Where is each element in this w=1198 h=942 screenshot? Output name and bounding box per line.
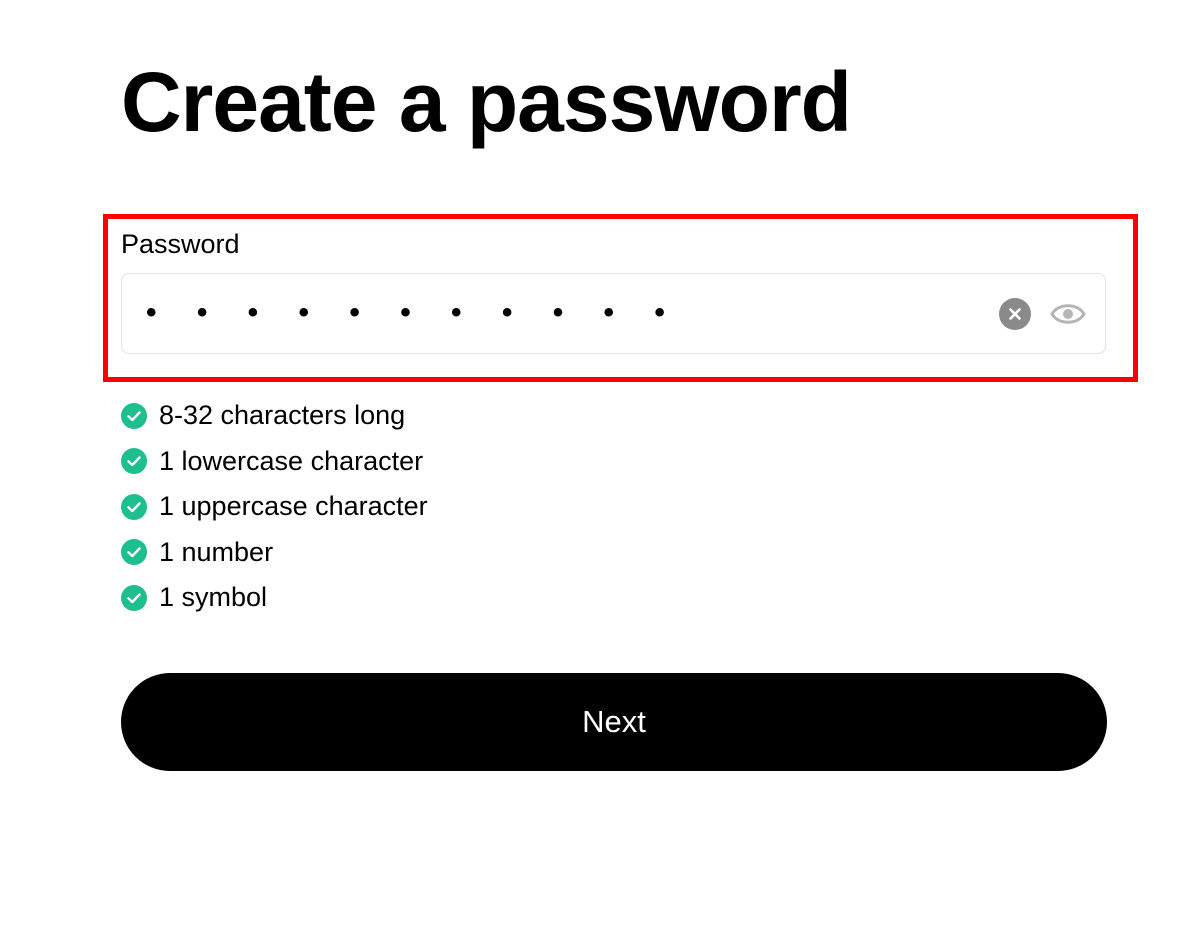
- requirement-label: 1 lowercase character: [159, 445, 424, 476]
- create-password-page: Create a password Password • • • • • • •…: [0, 0, 1198, 942]
- eye-icon[interactable]: [1050, 300, 1086, 328]
- requirement-item: 8-32 characters long: [121, 393, 428, 439]
- requirement-item: 1 uppercase character: [121, 484, 428, 530]
- requirement-item: 1 lowercase character: [121, 439, 428, 485]
- page-title: Create a password: [121, 55, 852, 149]
- password-requirements: 8-32 characters long 1 lowercase charact…: [121, 393, 428, 621]
- check-circle-icon: [121, 402, 147, 429]
- requirement-label: 1 symbol: [159, 582, 268, 613]
- next-button[interactable]: Next: [121, 673, 1107, 771]
- password-label: Password: [121, 229, 240, 259]
- check-circle-icon: [121, 539, 147, 566]
- requirement-label: 1 number: [159, 536, 274, 567]
- check-circle-icon: [121, 584, 147, 611]
- requirement-item: 1 number: [121, 530, 428, 576]
- password-input[interactable]: • • • • • • • • • • •: [121, 273, 1106, 354]
- requirement-item: 1 symbol: [121, 575, 428, 621]
- requirement-label: 8-32 characters long: [159, 400, 406, 431]
- password-masked-value[interactable]: • • • • • • • • • • •: [146, 295, 681, 331]
- check-circle-icon: [121, 448, 147, 475]
- clear-icon[interactable]: [999, 298, 1031, 330]
- requirement-label: 1 uppercase character: [159, 491, 428, 522]
- check-circle-icon: [121, 493, 147, 520]
